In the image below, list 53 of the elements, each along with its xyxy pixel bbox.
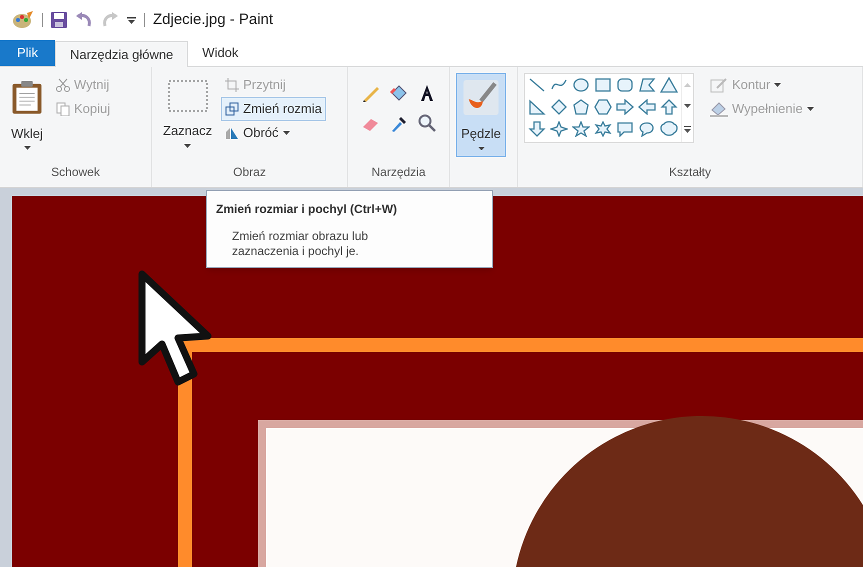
group-label: Kształty (668, 164, 711, 181)
fill-bucket-icon (710, 101, 728, 117)
ribbon-button[interactable]: Zmień rozmia (221, 97, 326, 121)
tooltip-text: Zmień rozmiar obrazu lub zaznaczenia i pochyl je. (232, 229, 370, 259)
ribbon-tab[interactable]: Widok (188, 40, 252, 66)
shape-icon[interactable] (638, 99, 656, 115)
scroll-down-icon[interactable] (684, 104, 691, 108)
shape-icon[interactable] (660, 99, 678, 115)
shape-icon[interactable] (550, 121, 568, 137)
group-label: Obraz (233, 164, 266, 181)
shape-icon[interactable] (660, 121, 678, 137)
shape-icon[interactable] (594, 77, 612, 93)
copy-icon (56, 102, 70, 116)
shape-icon[interactable] (528, 77, 546, 93)
paint-bucket-icon[interactable] (388, 83, 408, 103)
shape-icon[interactable] (638, 77, 656, 93)
shape-icon[interactable] (638, 121, 656, 137)
group-label: Schowek (51, 164, 100, 181)
shape-icon[interactable] (550, 99, 568, 115)
selection-icon (168, 80, 208, 112)
pencil-outline-icon (710, 77, 728, 93)
save-icon[interactable] (51, 12, 67, 28)
expand-gallery-icon[interactable] (684, 126, 691, 134)
shape-icon[interactable] (528, 121, 546, 137)
undo-icon[interactable] (75, 12, 93, 28)
scissors-icon (56, 78, 70, 92)
customize-dropdown-icon[interactable] (127, 16, 136, 24)
rotate-icon (225, 126, 240, 140)
ribbon-button[interactable]: Zaznacz (158, 73, 218, 157)
clipboard-icon (11, 80, 43, 115)
shape-icon[interactable] (528, 99, 546, 115)
shape-icon[interactable] (594, 121, 612, 137)
shape-icon[interactable] (616, 121, 634, 137)
brush-icon (461, 80, 501, 115)
shape-icon[interactable] (660, 77, 678, 93)
magnifier-icon[interactable] (416, 113, 436, 133)
tooltip-title: Zmień rozmiar i pochyl (Ctrl+W) (216, 201, 398, 218)
shape-icon[interactable] (594, 99, 612, 115)
resize-icon (225, 102, 240, 116)
shape-icon[interactable] (616, 77, 634, 93)
shape-icon[interactable] (572, 121, 590, 137)
ribbon-button[interactable]: Pędzle (456, 73, 506, 157)
shape-icon[interactable] (572, 77, 590, 93)
shape-icon[interactable] (616, 99, 634, 115)
ribbon-button[interactable]: Obróć (221, 121, 326, 145)
window-title: Zdjecie.jpg - Paint (153, 10, 274, 30)
group-label: Narzędzia (371, 164, 426, 181)
ribbon-tab[interactable]: Narzędzia główne (54, 41, 188, 67)
crop-icon (225, 78, 240, 92)
shape-icon[interactable] (572, 99, 590, 115)
paint-palette-icon[interactable] (12, 11, 34, 29)
file-tab[interactable]: Plik (0, 40, 55, 66)
ribbon-button[interactable]: Wklej (6, 73, 48, 157)
